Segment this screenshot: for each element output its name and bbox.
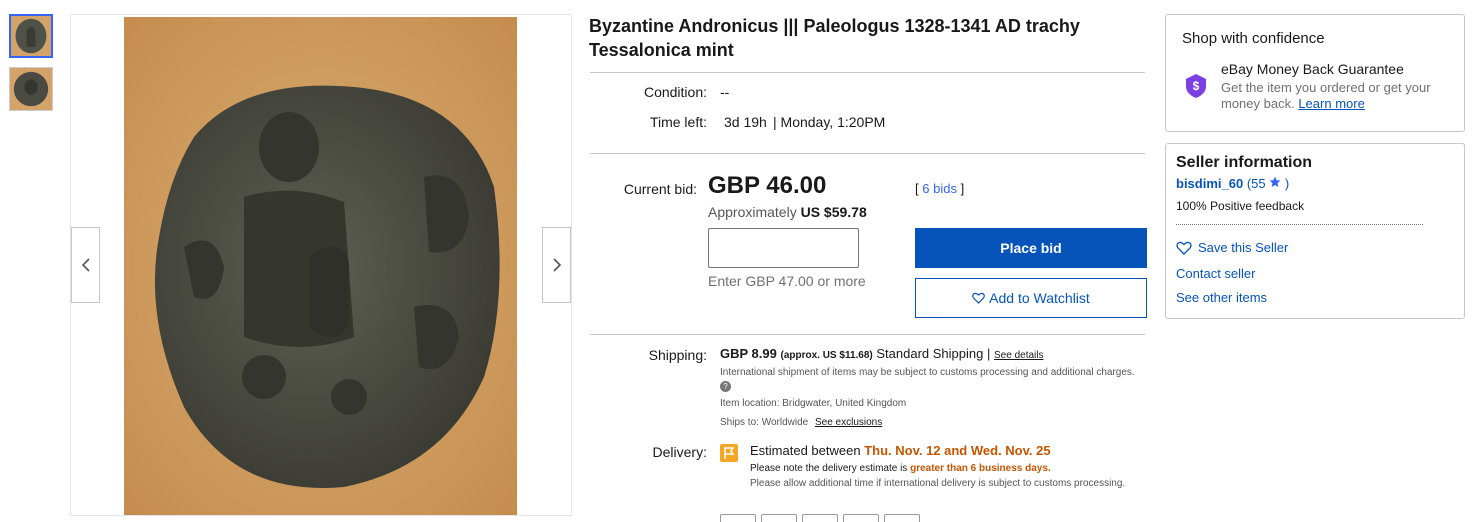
amex-icon [843,514,879,522]
shipping-price: GBP 8.99 [720,346,777,361]
discover-icon [884,514,920,522]
help-icon[interactable]: ? [720,380,731,392]
bracket-open: [ [915,181,919,196]
divider [590,334,1145,335]
positive-feedback: 100% Positive feedback [1176,199,1305,213]
heart-icon [1176,241,1192,255]
visa-icon [761,514,797,522]
delivery-note: Please note the delivery estimate is gre… [750,462,1051,475]
end-time: | Monday, 1:20PM [773,114,886,130]
payment-logos [720,514,920,522]
time-left-label: Time left: [649,114,707,130]
save-seller-label: Save this Seller [1198,240,1289,255]
listing-title: Byzantine Andronicus ||| Paleologus 1328… [589,16,1080,60]
chevron-left-icon [81,258,90,272]
coin-thumbnail-image [11,16,51,56]
coin-thumbnail-image [10,68,52,110]
intl-note-text: International shipment of items may be s… [720,367,1135,378]
condition-label: Condition: [643,84,707,100]
shipping-label: Shipping: [648,347,707,363]
seller-name-row: bisdimi_60 (55 ) [1176,176,1289,191]
approx-price: Approximately US $59.78 [708,204,867,220]
item-location-value: Bridgwater, United Kingdom [782,398,907,409]
note-prefix: Please note the delivery estimate is [750,463,908,474]
see-exclusions-link[interactable]: See exclusions [815,417,882,428]
approx-value: US $59.78 [800,204,867,220]
see-other-items-link[interactable]: See other items [1176,290,1267,305]
thumbnail-2[interactable] [9,67,53,111]
paypal-icon [720,514,756,522]
next-image-button[interactable] [542,227,571,303]
note-highlight: greater than 6 business days. [910,463,1051,474]
contact-seller-link[interactable]: Contact seller [1176,266,1255,281]
time-left-value: 3d 19h [724,114,767,130]
bracket-close: ] [960,181,965,196]
seller-info-title: Seller information [1176,154,1313,171]
condition-value: -- [720,84,730,100]
item-location-label: Item location: [720,398,780,409]
heart-icon [972,292,986,304]
bids-link[interactable]: 6 bids [922,181,957,196]
shield-dollar-icon: $ [1186,74,1206,98]
ships-to: Ships to: Worldwide See exclusions [720,416,882,430]
score-close: ) [1284,176,1290,191]
mastercard-icon [802,514,838,522]
divider [1176,224,1423,225]
chevron-right-icon [552,258,561,272]
shipping-summary: GBP 8.99 (approx. US $11.68) Standard Sh… [720,346,1043,361]
divider [590,153,1145,154]
place-bid-button[interactable]: Place bid [915,228,1147,268]
coin-photo [124,17,517,515]
ships-to-value: Worldwide [761,417,809,428]
current-bid-label: Current bid: [623,181,697,197]
estimated-prefix: Estimated between [750,443,861,458]
item-location: Item location: Bridgwater, United Kingdo… [720,397,906,411]
ships-to-label: Ships to: [720,417,759,428]
bid-amount-input[interactable] [708,228,859,268]
delivery-dates: Thu. Nov. 12 and Wed. Nov. 25 [864,443,1051,458]
star-icon [1269,176,1281,187]
flag-icon [720,444,738,462]
main-image-viewer[interactable] [70,14,572,516]
customs-note: Please allow additional time if internat… [750,478,1126,489]
bid-hint: Enter GBP 47.00 or more [708,273,866,289]
thumbnail-1[interactable] [9,14,53,58]
svg-text:$: $ [1193,79,1200,93]
confidence-title: Shop with confidence [1182,30,1325,47]
shipping-method: Standard Shipping [876,346,984,361]
bid-count: [ 6 bids ] [915,181,964,196]
feedback-score-link[interactable]: 55 [1251,176,1265,191]
see-details-link[interactable]: See details [994,350,1043,361]
previous-image-button[interactable] [71,227,100,303]
add-to-watchlist-button[interactable]: Add to Watchlist [915,278,1147,318]
approx-prefix: Approximately [708,204,797,220]
delivery-label: Delivery: [652,444,707,460]
learn-more-link[interactable]: Learn more [1298,96,1364,111]
seller-information-card: Seller information bisdimi_60 (55 ) 100%… [1165,143,1465,319]
separator: | [986,346,991,361]
money-back-guarantee-title: eBay Money Back Guarantee [1221,61,1404,77]
money-back-guarantee-desc: Get the item you ordered or get your mon… [1221,80,1446,112]
watchlist-label: Add to Watchlist [989,290,1090,306]
current-bid-price: GBP 46.00 [708,172,827,199]
seller-name-link[interactable]: bisdimi_60 [1176,176,1243,191]
intl-shipping-note: International shipment of items may be s… [720,366,1140,394]
save-seller-link[interactable]: Save this Seller [1176,240,1288,255]
delivery-estimate: Estimated between Thu. Nov. 12 and Wed. … [750,443,1051,458]
shipping-approx: (approx. US $11.68) [780,350,873,361]
shop-with-confidence-card: Shop with confidence $ eBay Money Back G… [1165,14,1465,132]
divider [590,72,1145,73]
